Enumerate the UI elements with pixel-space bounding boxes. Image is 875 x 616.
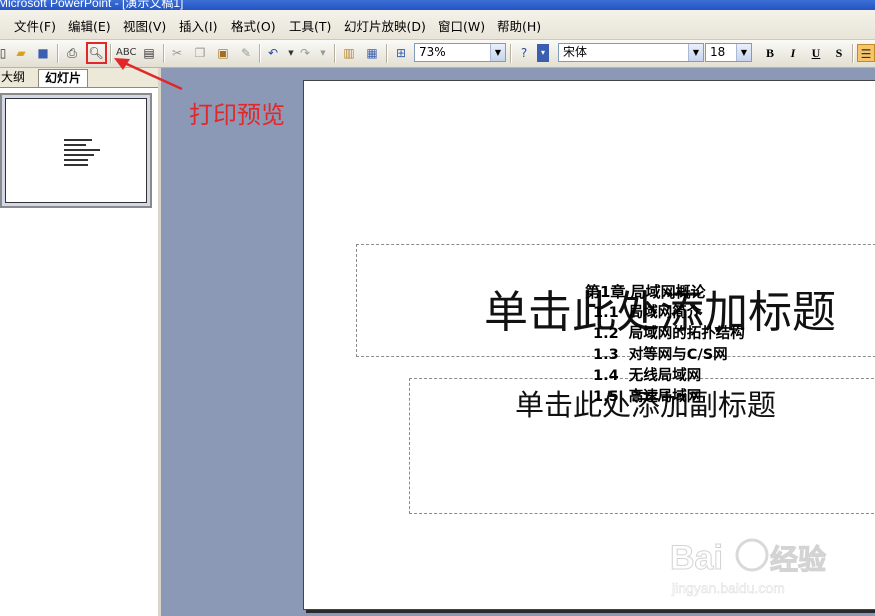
menu-insert[interactable]: 插入(I) [179, 16, 217, 35]
save-icon[interactable]: ■ [34, 44, 52, 62]
chart-icon[interactable]: ▥ [340, 44, 358, 62]
undo-icon[interactable]: ↶ [264, 44, 282, 62]
toolbar-separator [259, 44, 261, 63]
font-name-value: 宋体 [563, 45, 588, 59]
zoom-value: 73% [419, 45, 446, 59]
copy-icon[interactable]: ❐ [191, 44, 209, 62]
tab-outline[interactable]: 大纲 [0, 69, 31, 86]
svg-text:Bai: Bai [670, 539, 723, 577]
thumbnail-text-line [64, 164, 88, 166]
toolbar-separator [334, 44, 336, 63]
font-name-select[interactable]: 宋体 ▼ [558, 43, 704, 62]
menu-edit[interactable]: 编辑(E) [68, 16, 111, 35]
chapter-heading: 第1章 局域网概论 [585, 283, 706, 301]
svg-text:经验: 经验 [770, 543, 826, 576]
table-icon[interactable]: ▦ [363, 44, 381, 62]
outline-number: 1.4 [593, 368, 619, 384]
new-icon[interactable]: ▯ [0, 44, 12, 62]
baidu-watermark: Bai 经验 jingyan.baidu.com [670, 538, 827, 596]
annotation-arrow-icon [114, 58, 183, 91]
font-size-select[interactable]: 18 ▼ [705, 43, 752, 62]
zoom-select[interactable]: 73% ▼ [414, 43, 506, 62]
chevron-down-icon[interactable]: ▼ [688, 44, 703, 61]
menu-tools[interactable]: 工具(T) [289, 16, 331, 35]
thumbnail-text-line [64, 154, 94, 156]
slides-pane: 大纲 幻灯片 [0, 68, 161, 616]
annotation-label: 打印预览 [189, 101, 285, 129]
grid-icon[interactable]: ⊞ [392, 44, 410, 62]
toolbar-separator [852, 44, 854, 63]
thumbnail-text-line [64, 144, 86, 146]
outline-number: 1.2 [593, 326, 619, 342]
outline-text: 高速局域网 [628, 389, 702, 405]
toolbar-separator [57, 44, 59, 63]
slide-thumbnail[interactable] [0, 93, 152, 208]
tab-slides[interactable]: 幻灯片 [38, 69, 89, 87]
menu-window[interactable]: 窗口(W) [438, 16, 485, 35]
align-left-icon[interactable]: ☰ [857, 44, 875, 62]
outline-number: 1.3 [593, 347, 619, 363]
bold-button[interactable]: B [761, 44, 779, 62]
outline-text: 对等网与C/S网 [628, 347, 728, 363]
chevron-down-icon[interactable]: ▼ [490, 44, 505, 61]
underline-button[interactable]: U [807, 44, 825, 62]
outline-text: 无线局域网 [628, 368, 702, 384]
chevron-down-icon[interactable]: ▼ [736, 44, 751, 61]
menu-help[interactable]: 帮助(H) [497, 16, 541, 35]
menu-bar: 文件(F) 编辑(E) 视图(V) 插入(I) 格式(O) 工具(T) 幻灯片放… [0, 10, 875, 40]
svg-text:jingyan.baidu.com: jingyan.baidu.com [671, 580, 785, 596]
format-painter-icon[interactable]: ✎ [237, 44, 255, 62]
outline-item: 1.5 高速局域网 [593, 387, 701, 408]
outline-text: 局域网的拓扑结构 [628, 326, 745, 342]
redo-dropdown-icon[interactable]: ▼ [314, 44, 332, 62]
toolbar-options-icon[interactable]: ▾ [537, 44, 549, 62]
open-icon[interactable]: ▰ [12, 44, 30, 62]
thumbnail-text-line [64, 139, 92, 141]
print-preview-highlight [86, 42, 107, 64]
title-bar: Microsoft PowerPoint - [演示文稿1] [0, 0, 875, 10]
italic-button[interactable]: I [784, 44, 802, 62]
thumbnail-text-line [64, 149, 100, 151]
menu-view[interactable]: 视图(V) [123, 16, 166, 35]
toolbar-separator [386, 44, 388, 63]
outline-text: 局域网简介 [628, 305, 702, 321]
outline-number: 1.1 [593, 305, 619, 321]
menu-file[interactable]: 文件(F) [14, 16, 56, 35]
menu-slideshow[interactable]: 幻灯片放映(D) [344, 16, 426, 35]
thumbnail-text-line [64, 159, 88, 161]
outline-item: 1.4 无线局域网 [593, 366, 701, 387]
outline-item: 1.3 对等网与C/S网 [593, 345, 728, 366]
help-icon[interactable]: ? [515, 44, 533, 62]
shadow-button[interactable]: S [830, 44, 848, 62]
menu-format[interactable]: 格式(O) [231, 16, 276, 35]
print-icon[interactable]: ⎙ [63, 44, 81, 62]
outline-item: 1.2 局域网的拓扑结构 [593, 324, 745, 345]
font-size-value: 18 [710, 45, 726, 59]
paste-icon[interactable]: ▣ [214, 44, 232, 62]
slide-thumbnail-canvas [5, 98, 147, 203]
redo-icon[interactable]: ↷ [296, 44, 314, 62]
outline-number: 1.5 [593, 389, 619, 405]
window-title: Microsoft PowerPoint - [演示文稿1] [0, 0, 184, 10]
outline-item: 1.1 局域网简介 [593, 303, 701, 324]
slide-canvas[interactable]: 单击此处添加标题 单击此处添加副标题 第1章 局域网概论 1.1 局域网简介 1… [303, 80, 875, 610]
toolbar-separator [510, 44, 512, 63]
